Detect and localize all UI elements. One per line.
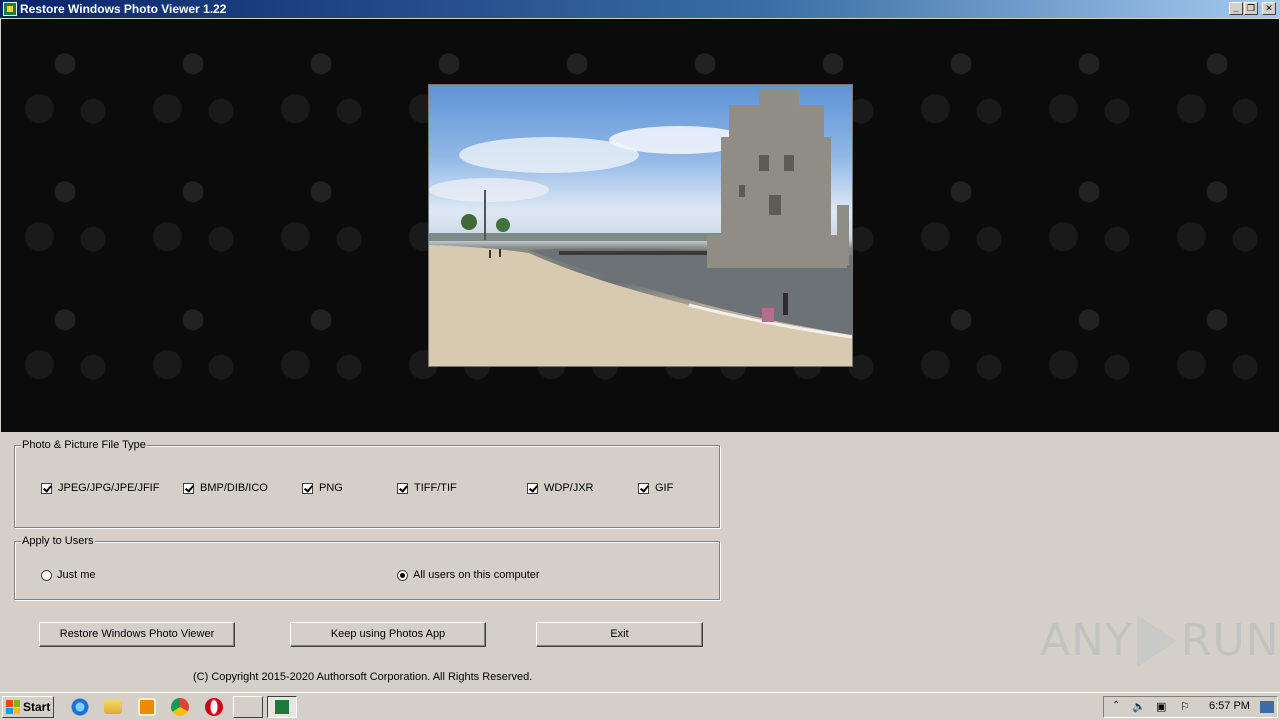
tiff-check[interactable] [397,483,408,494]
restore-photo-viewer-button[interactable]: Restore Windows Photo Viewer [39,622,235,647]
window-title: Restore Windows Photo Viewer 1.22 [20,2,227,16]
gif-check[interactable] [638,483,649,494]
chevron-up-icon[interactable]: ⌃ [1112,700,1120,711]
tiff-label: TIFF/TIF [414,482,457,494]
watermark-left: ANY [1040,615,1133,666]
png-check[interactable] [302,483,313,494]
keep-photos-app-button[interactable]: Keep using Photos App [290,622,486,647]
system-tray: ⌃ 🔈 ▣ ⚐ 6:57 PM [1103,696,1278,718]
volume-icon[interactable]: 🔈 [1132,700,1146,713]
exit-button[interactable]: Exit [536,622,703,647]
users-legend: Apply to Users [21,535,95,548]
sample-photo [428,84,853,367]
start-label: Start [23,700,51,714]
flag-icon[interactable]: ⚐ [1180,700,1190,713]
minimize-button[interactable]: _ [1229,2,1243,15]
users-group: Apply to Users Just me All users on this… [14,535,720,600]
wdp-label: WDP/JXR [544,482,594,494]
app-icon [3,2,17,16]
jpeg-check[interactable] [41,483,52,494]
all-users-radio[interactable] [397,570,408,581]
media-player-icon[interactable] [138,698,156,716]
preview-area [1,19,1279,432]
file-type-legend: Photo & Picture File Type [21,439,147,452]
play-icon [1136,615,1177,667]
start-button[interactable]: Start [2,696,54,718]
file-type-group: Photo & Picture File Type JPEG/JPG/JPE/J… [14,439,720,528]
anyrun-watermark: ANY RUN [1040,612,1280,670]
checkbox-gif[interactable]: GIF [638,482,673,495]
taskbar-restore-photo-viewer[interactable] [267,696,297,718]
windows-logo-icon [6,700,20,714]
title-bar: Restore Windows Photo Viewer 1.22 _ ❐ ✕ [0,0,1280,18]
bmp-check[interactable] [183,483,194,494]
jpeg-label: JPEG/JPG/JPE/JFIF [58,482,160,494]
checkbox-bmp[interactable]: BMP/DIB/ICO [183,482,268,495]
opera-icon[interactable] [205,698,223,716]
radio-just-me[interactable]: Just me [41,569,96,582]
explorer-icon[interactable] [104,700,122,714]
network-icon[interactable]: ▣ [1156,700,1166,713]
show-desktop-icon[interactable] [1260,701,1274,713]
taskbar: Start ⌃ 🔈 ▣ ⚐ 6:57 PM [0,692,1280,720]
radio-all-users[interactable]: All users on this computer [397,569,540,582]
all-users-label: All users on this computer [413,569,540,581]
taskbar-setup-app[interactable] [233,696,263,718]
close-button[interactable]: ✕ [1262,2,1276,15]
bmp-label: BMP/DIB/ICO [200,482,268,494]
png-label: PNG [319,482,343,494]
checkbox-tiff[interactable]: TIFF/TIF [397,482,457,495]
just-me-radio[interactable] [41,570,52,581]
chrome-icon[interactable] [171,698,189,716]
gif-label: GIF [655,482,674,494]
ie-icon[interactable] [71,698,89,716]
watermark-right: RUN [1180,615,1280,666]
tower-beach-image [429,90,852,366]
clock[interactable]: 6:57 PM [1209,700,1250,713]
app-icon [275,700,289,714]
wdp-check[interactable] [527,483,538,494]
checkbox-png[interactable]: PNG [302,482,343,495]
copyright-text: (C) Copyright 2015-2020 Authorsoft Corpo… [193,671,533,683]
just-me-label: Just me [57,569,96,581]
restore-button[interactable]: ❐ [1244,2,1258,15]
checkbox-jpeg[interactable]: JPEG/JPG/JPE/JFIF [41,482,159,495]
checkbox-wdp[interactable]: WDP/JXR [527,482,594,495]
